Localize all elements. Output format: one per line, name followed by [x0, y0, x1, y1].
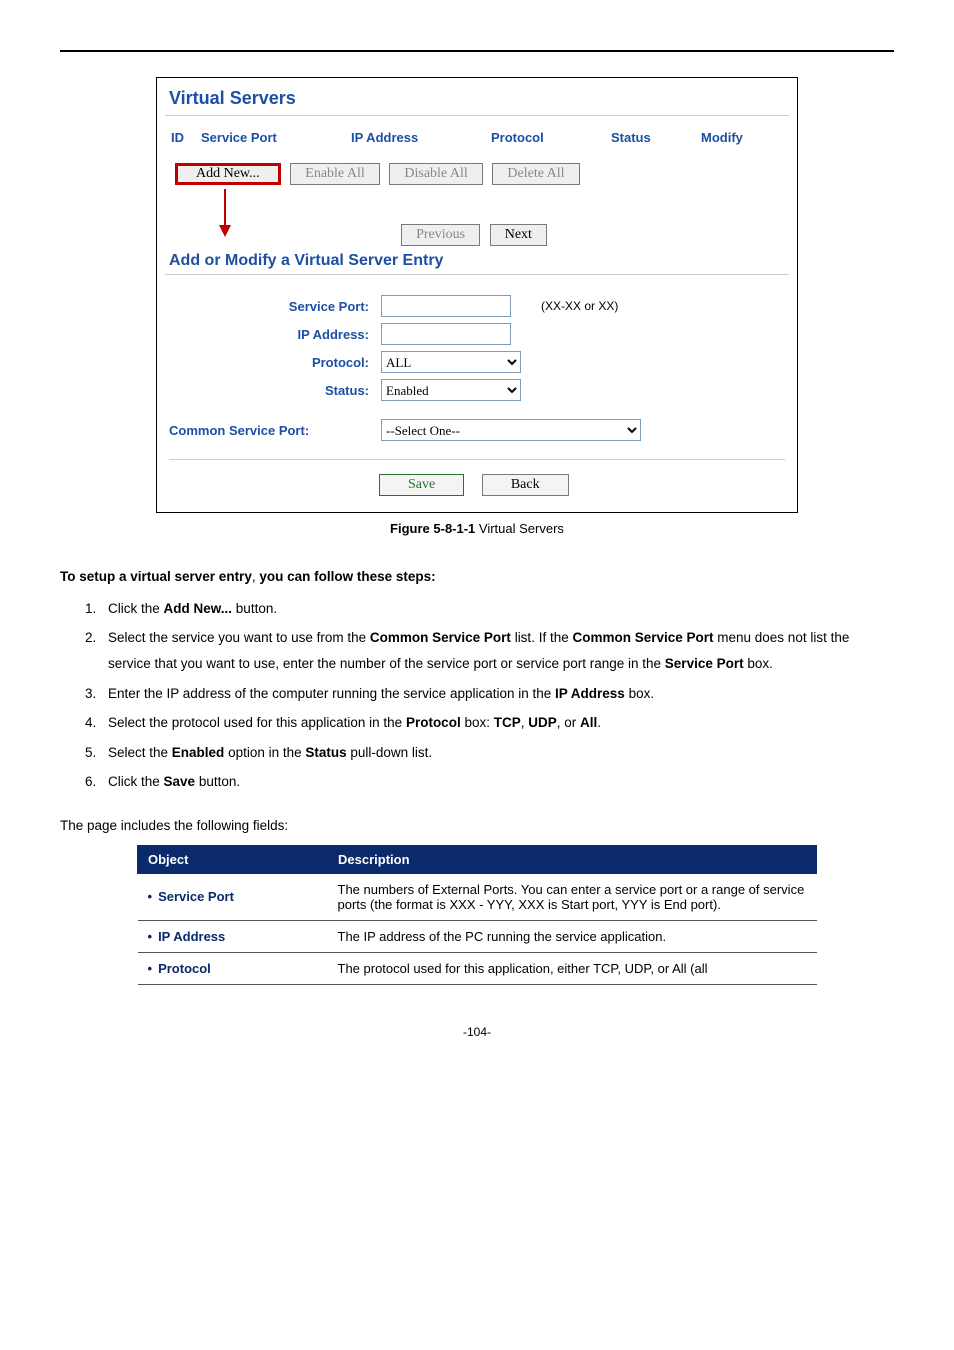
step-6: Click the Save button. — [100, 769, 894, 795]
virtual-servers-panel: Virtual Servers ID Service Port IP Addre… — [156, 77, 798, 513]
instruction-lead: To setup a virtual server entry, you can… — [60, 564, 894, 590]
ip-address-input[interactable] — [381, 323, 511, 345]
common-service-port-select[interactable]: --Select One-- — [381, 419, 641, 441]
ip-address-label: IP Address: — [169, 327, 381, 342]
enable-all-button[interactable]: Enable All — [290, 163, 380, 185]
next-button[interactable]: Next — [490, 224, 547, 246]
disable-all-button[interactable]: Disable All — [389, 163, 482, 185]
divider — [165, 115, 789, 116]
status-select[interactable]: Enabled — [381, 379, 521, 401]
col-modify: Modify — [701, 130, 771, 145]
step-4: Select the protocol used for this applic… — [100, 710, 894, 736]
service-port-label: Service Port: — [169, 299, 381, 314]
fields-intro: The page includes the following fields: — [60, 813, 894, 839]
col-ip-address: IP Address — [351, 130, 491, 145]
col-service-port: Service Port — [201, 130, 351, 145]
form-subheader: Add or Modify a Virtual Server Entry — [165, 246, 789, 274]
status-label: Status: — [169, 383, 381, 398]
service-port-input[interactable] — [381, 295, 511, 317]
delete-all-button[interactable]: Delete All — [492, 163, 579, 185]
page-number: -104- — [60, 1025, 894, 1039]
service-port-hint: (XX-XX or XX) — [511, 299, 618, 313]
col-protocol: Protocol — [491, 130, 611, 145]
step-5: Select the Enabled option in the Status … — [100, 740, 894, 766]
header-rule — [60, 50, 894, 52]
back-button[interactable]: Back — [482, 474, 569, 496]
divider — [169, 459, 785, 460]
common-service-port-label: Common Service Port: — [169, 423, 381, 438]
fields-table: Object Description •Service Port The num… — [137, 845, 817, 985]
col-id: ID — [171, 130, 201, 145]
th-description: Description — [328, 845, 817, 873]
save-button[interactable]: Save — [379, 474, 464, 496]
step-2: Select the service you want to use from … — [100, 625, 894, 676]
steps-list: Click the Add New... button. Select the … — [60, 596, 894, 795]
panel-title: Virtual Servers — [165, 84, 789, 115]
step-1: Click the Add New... button. — [100, 596, 894, 622]
table-row: •Service Port The numbers of External Po… — [138, 873, 817, 920]
divider — [165, 274, 789, 275]
th-object: Object — [138, 845, 328, 873]
table-row: •IP Address The IP address of the PC run… — [138, 920, 817, 952]
table-row: •Protocol The protocol used for this app… — [138, 952, 817, 984]
protocol-label: Protocol: — [169, 355, 381, 370]
column-headers: ID Service Port IP Address Protocol Stat… — [165, 130, 789, 163]
step-3: Enter the IP address of the computer run… — [100, 681, 894, 707]
protocol-select[interactable]: ALL — [381, 351, 521, 373]
col-status: Status — [611, 130, 701, 145]
add-new-button[interactable]: Add New... — [175, 163, 281, 185]
figure-caption: Figure 5-8-1-1 Virtual Servers — [60, 521, 894, 536]
previous-button[interactable]: Previous — [401, 224, 480, 246]
